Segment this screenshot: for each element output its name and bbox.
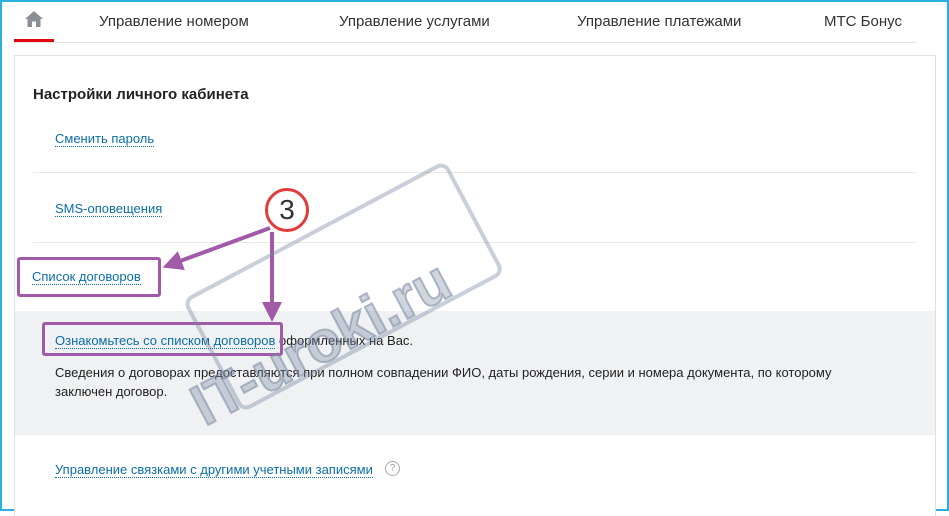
nav-item-mts-bonus[interactable]: МТС Бонус (824, 13, 902, 30)
nav-home[interactable] (14, 0, 54, 42)
nav-item-number-management[interactable]: Управление номером (99, 13, 249, 30)
divider (33, 172, 915, 173)
nav-item-services-management[interactable]: Управление услугами (339, 13, 490, 30)
contracts-link-suffix: оформленных на Вас. (275, 333, 414, 348)
top-nav: Управление номером Управление услугами У… (14, 0, 916, 43)
nav-item-payments-management[interactable]: Управление платежами (577, 13, 741, 30)
help-icon[interactable]: ? (385, 461, 400, 476)
page-title: Настройки личного кабинета (33, 86, 249, 103)
step-badge: 3 (265, 188, 309, 232)
highlight-view-contracts (42, 322, 283, 356)
divider (33, 242, 915, 243)
sms-notifications-link[interactable]: SMS-оповещения (55, 201, 163, 217)
linked-accounts-link[interactable]: Управление связками с другими учетными з… (55, 462, 373, 478)
contracts-info-text: Сведения о договорах предоставляются при… (55, 365, 832, 399)
highlight-contracts-list (17, 257, 161, 297)
change-password-link[interactable]: Сменить пароль (55, 131, 155, 147)
home-icon (25, 11, 43, 27)
